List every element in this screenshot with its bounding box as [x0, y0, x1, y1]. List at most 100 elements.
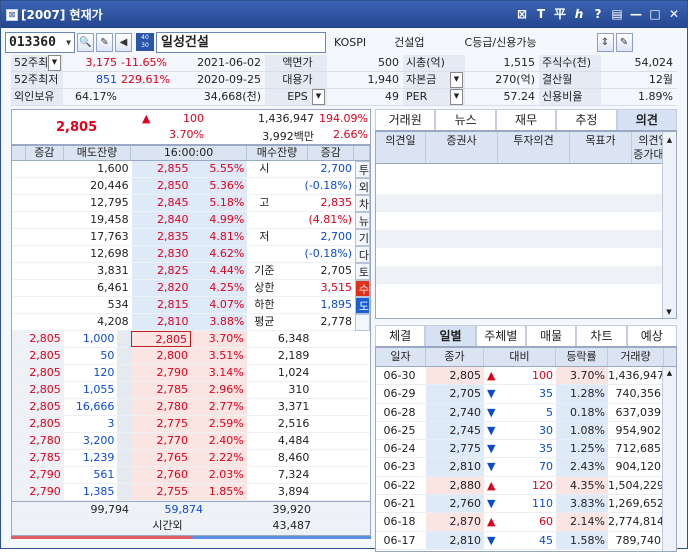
ask-qty: 1,600 [97, 162, 129, 175]
daily-row[interactable]: 06-21 2,760 ▼ 110 3.83% 1,269,652 [376, 495, 676, 514]
window-control-5[interactable]: ▤ [610, 7, 624, 21]
daily-row[interactable]: 06-22 2,880 ▲ 120 4.35% 1,504,229 [376, 476, 676, 496]
bid-price[interactable]: 2,800 [131, 348, 192, 364]
info-label[interactable]: 자본금 [403, 72, 465, 88]
tab-0[interactable]: 거래원 [375, 109, 436, 130]
daily-row[interactable]: 06-23 2,810 ▼ 70 2.43% 904,120 [376, 458, 676, 477]
speaker-icon[interactable]: ◀ [115, 32, 132, 52]
tab-1[interactable]: 뉴스 [435, 109, 496, 130]
scrollbar[interactable] [117, 467, 132, 483]
side-tab-기[interactable]: 기 [355, 229, 370, 246]
ask-price[interactable]: 2,835 [131, 229, 192, 245]
ask-price[interactable]: 2,845 [131, 195, 192, 211]
search-icon[interactable]: 🔍 [77, 32, 94, 52]
window-control-1[interactable]: T [534, 7, 548, 21]
bid-price[interactable]: 2,770 [131, 433, 192, 449]
scrollbar[interactable] [117, 382, 132, 398]
bid-price[interactable]: 2,775 [131, 416, 192, 432]
side-tab-차[interactable]: 차 [355, 195, 370, 212]
settings-icon[interactable]: ✎ [615, 32, 633, 52]
bid-price[interactable]: 2,790 [131, 365, 192, 381]
side-tab-외[interactable]: 외 [355, 178, 370, 195]
bid-price[interactable]: 2,755 [131, 484, 192, 500]
side-tab-수[interactable]: 수 [355, 280, 370, 297]
scrollbar[interactable] [117, 416, 132, 432]
daily-row[interactable]: 06-25 2,745 ▼ 30 1.08% 954,902 [376, 421, 676, 441]
daily-row[interactable]: 06-18 2,870 ▲ 60 2.14% 2,774,814 [376, 513, 676, 532]
wrench-icon[interactable]: ✎ [96, 32, 113, 52]
bid-price[interactable]: 2,805 [131, 331, 192, 347]
window-control-6[interactable]: — [629, 7, 643, 21]
ask-price[interactable]: 2,855 [131, 161, 192, 177]
orderbook-header-cell[interactable] [354, 146, 371, 160]
window-control-4[interactable]: ? [591, 7, 605, 21]
tab-4[interactable]: 차트 [576, 325, 627, 346]
side-tab-다[interactable]: 다 [355, 246, 370, 263]
tab-5[interactable]: 예상 [626, 325, 677, 346]
up-arrow-icon: ▲ [487, 515, 496, 529]
tab-1[interactable]: 일별 [425, 325, 476, 346]
scrollbar[interactable] [117, 484, 132, 500]
stock-code-input[interactable]: 013360 ▼ [5, 31, 75, 53]
ask-price[interactable]: 2,815 [131, 297, 192, 313]
ask-price[interactable]: 2,830 [131, 246, 192, 262]
tab-4[interactable]: 의견 [616, 109, 678, 130]
ask-price[interactable]: 2,820 [131, 280, 192, 296]
bid-rate: 3.14% [191, 365, 247, 381]
bid-price[interactable]: 2,760 [131, 467, 192, 483]
orderbook-header-cell[interactable] [12, 146, 26, 160]
side-tab-뉴[interactable]: 뉴 [355, 212, 370, 229]
scrollbar[interactable] [117, 433, 132, 449]
tab-3[interactable]: 매물 [525, 325, 577, 346]
window-control-8[interactable]: ✕ [667, 7, 681, 21]
updown-button[interactable]: ⇕ [596, 32, 614, 52]
info-label[interactable]: 52주최고 [11, 55, 63, 71]
total-spacer [12, 502, 64, 517]
info-label: 외인보유 [11, 89, 63, 105]
daily-row[interactable]: 06-30 2,805 ▲ 100 3.70% 1,436,947 [376, 367, 676, 386]
tab-2[interactable]: 재무 [495, 109, 557, 130]
ask-price[interactable]: 2,840 [131, 212, 192, 228]
ask-price[interactable]: 2,810 [131, 314, 192, 330]
side-tab-투[interactable]: 투 [355, 161, 370, 178]
ask-price[interactable]: 2,825 [131, 263, 192, 279]
stat-label: 평균 [254, 315, 275, 328]
ask-price[interactable]: 2,850 [131, 178, 192, 194]
side-tab-[interactable] [355, 314, 370, 331]
daily-volume: 2,774,814 [608, 515, 664, 529]
daily-row[interactable]: 06-24 2,775 ▼ 35 1.25% 712,685 [376, 440, 676, 459]
daily-row[interactable]: 06-29 2,705 ▼ 35 1.28% 740,356 [376, 385, 676, 404]
dropdown-arrow-icon[interactable]: ▼ [66, 33, 74, 52]
info-label: 52주최저 [11, 72, 63, 88]
tick-price: 2,805 [12, 331, 64, 347]
scrollbar[interactable] [117, 365, 132, 381]
window-control-0[interactable]: ⊠ [515, 7, 529, 21]
info-label[interactable]: PER [403, 89, 465, 105]
ask-qty: 4,208 [97, 315, 129, 328]
stat-label [247, 212, 281, 228]
scrollbar[interactable]: ▲ [662, 367, 676, 551]
tick-qty: 1,000 [82, 332, 115, 345]
info-label[interactable]: EPS [265, 89, 327, 105]
tab-3[interactable]: 추정 [556, 109, 617, 130]
window-control-3[interactable]: ℎ [572, 7, 586, 21]
scrollbar[interactable] [117, 399, 132, 415]
scrollbar[interactable] [117, 450, 132, 466]
bid-price[interactable]: 2,785 [131, 382, 192, 398]
scrollbar[interactable]: ▲ ▼ [662, 132, 676, 318]
scrollbar[interactable] [117, 331, 132, 347]
window-control-2[interactable]: 平 [553, 7, 567, 21]
bid-price[interactable]: 2,765 [131, 450, 192, 466]
window-icon[interactable]: ⊠ [6, 8, 18, 21]
side-tab-토[interactable]: 토 [355, 263, 370, 280]
side-tab-도[interactable]: 도 [355, 297, 370, 314]
orderbook-header-cell: 증감 [26, 146, 64, 160]
daily-row[interactable]: 06-28 2,740 ▼ 5 0.18% 637,039 [376, 403, 676, 422]
scrollbar[interactable] [117, 348, 132, 364]
tab-0[interactable]: 체결 [375, 325, 426, 346]
bid-price[interactable]: 2,780 [131, 399, 192, 415]
tab-2[interactable]: 주체별 [475, 325, 526, 346]
window-control-7[interactable]: □ [648, 7, 662, 21]
info-value: 54,024 [634, 56, 674, 69]
orderbook-header-cell: 매수잔량 [247, 146, 309, 160]
